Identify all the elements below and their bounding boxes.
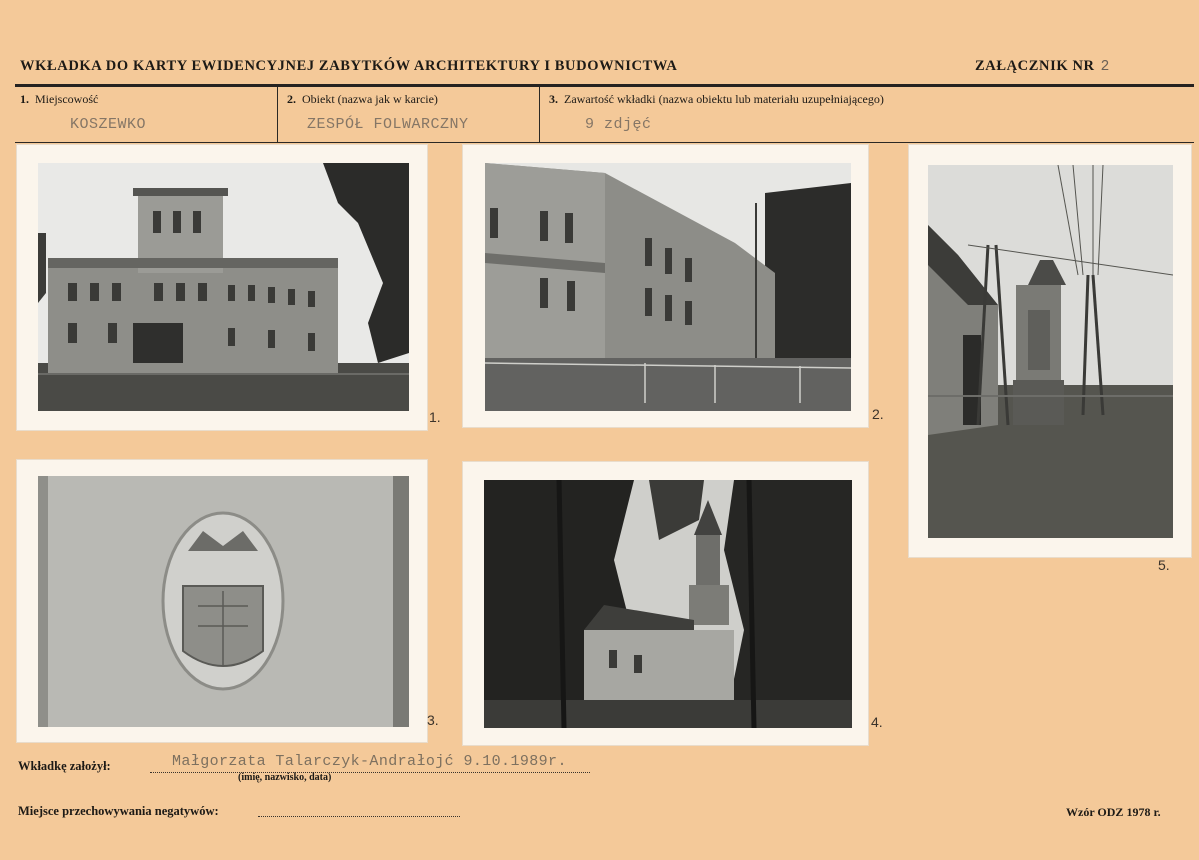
field-divider bbox=[277, 87, 278, 142]
field-contents-value: 9 zdjęć bbox=[585, 116, 652, 133]
header-rule bbox=[15, 84, 1194, 87]
photo-5-image bbox=[928, 165, 1173, 538]
photo-number-2: 2. bbox=[872, 406, 884, 422]
attachment-number: ZAŁĄCZNIK NR 2 bbox=[975, 58, 1110, 75]
photo-number-3: 3. bbox=[427, 712, 439, 728]
field-object-label: 2. Obiekt (nazwa jak w karcie) bbox=[287, 92, 438, 106]
photo-4-image bbox=[484, 480, 852, 728]
photo-2-image bbox=[485, 163, 851, 411]
photo-number-4: 4. bbox=[871, 714, 883, 730]
photo-1-image bbox=[38, 163, 409, 411]
form-label: Wzór ODZ 1978 r. bbox=[1066, 805, 1161, 819]
field-contents-label: 3. Zawartość wkładki (nazwa obiektu lub … bbox=[549, 92, 884, 106]
field-locality-value: KOSZEWKO bbox=[70, 116, 147, 133]
photo-3-image bbox=[38, 476, 409, 727]
photo-4-church bbox=[463, 462, 868, 745]
photo-2-facade bbox=[463, 145, 868, 427]
attachment-number-value: 2 bbox=[1100, 59, 1110, 75]
negatives-dotted-line bbox=[258, 816, 460, 817]
photo-5-shrine bbox=[909, 145, 1191, 557]
negatives-label: Miejsce przechowywania negatywów: bbox=[18, 804, 219, 818]
document-title: WKŁADKA DO KARTY EWIDENCYJNEJ ZABYTKÓW A… bbox=[20, 58, 678, 74]
field-object-value: ZESPÓŁ FOLWARCZNY bbox=[307, 116, 469, 133]
photo-3-coat-of-arms bbox=[17, 460, 427, 742]
author-dotted-line bbox=[150, 772, 590, 773]
field-divider bbox=[539, 87, 540, 142]
author-label: Wkładkę założył: bbox=[18, 759, 111, 773]
photo-number-5: 5. bbox=[1158, 557, 1170, 573]
photo-1-manor bbox=[17, 145, 427, 430]
field-locality-label: 1. Miejscowość bbox=[20, 92, 99, 106]
attachment-label: ZAŁĄCZNIK NR bbox=[975, 58, 1095, 74]
author-value: Małgorzata Talarczyk-Andrałojć 9.10.1989… bbox=[172, 753, 567, 770]
photo-number-1: 1. bbox=[429, 409, 441, 425]
author-caption: (imię, nazwisko, data) bbox=[238, 772, 332, 783]
fields-rule bbox=[15, 142, 1194, 143]
